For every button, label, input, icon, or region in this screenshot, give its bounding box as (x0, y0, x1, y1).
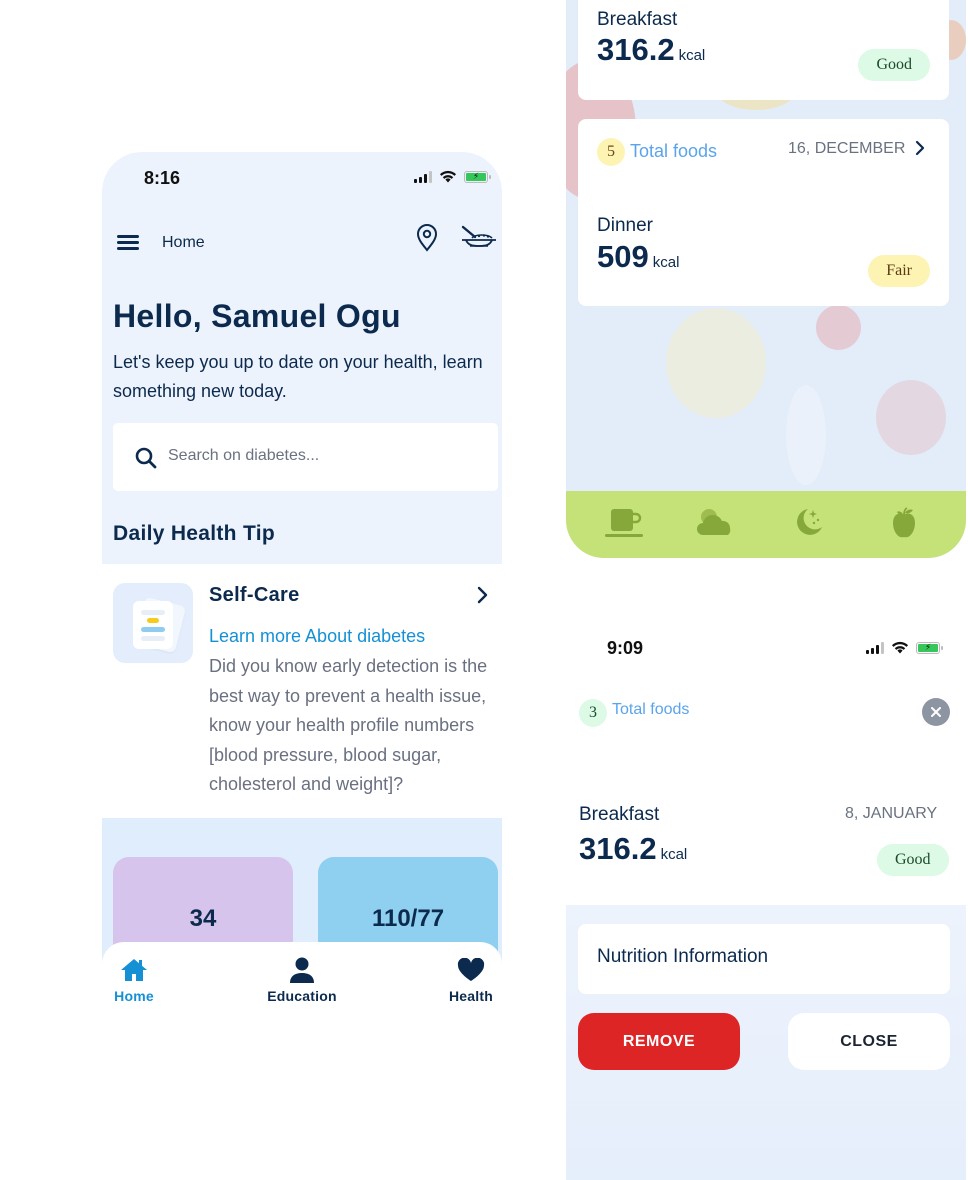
coffee-cup-icon[interactable] (604, 505, 644, 541)
total-foods-label: Total foods (612, 701, 690, 718)
nutrition-information-row[interactable]: Nutrition Information (578, 924, 950, 994)
location-pin-icon[interactable] (415, 222, 439, 252)
rating-badge: Good (858, 49, 930, 81)
background-food-image (876, 380, 946, 455)
meal-name: Breakfast (597, 9, 678, 30)
tab-home[interactable]: Home (113, 956, 155, 1004)
meal-date: 16, DECEMBER (788, 140, 906, 157)
tab-label: Home (114, 988, 154, 1004)
rating-badge: Good (877, 844, 949, 876)
background-food-image (786, 385, 826, 485)
close-icon[interactable] (922, 698, 950, 726)
meal-calories: 316.2 kcal (579, 831, 688, 866)
status-system-icons: ⚡ (414, 170, 491, 183)
chevron-right-icon[interactable] (914, 140, 926, 156)
moon-stars-icon[interactable] (788, 505, 828, 541)
rating-badge: Fair (868, 255, 930, 287)
total-foods-label: Total foods (630, 141, 718, 161)
remove-button[interactable]: REMOVE (578, 1013, 740, 1070)
food-bowl-icon[interactable] (460, 224, 498, 250)
background-food-image (666, 308, 766, 418)
home-icon (121, 959, 147, 981)
meal-time-bar (566, 491, 966, 558)
bottom-tab-bar: Home Education Health (102, 942, 502, 1018)
total-foods-count: 5 (597, 138, 625, 166)
meal-card-dinner[interactable]: 5 Total foods 16, DECEMBER Dinner 509 kca… (578, 119, 949, 306)
battery-charging-icon: ⚡ (916, 641, 943, 654)
person-icon (290, 957, 314, 983)
tab-label: Health (449, 988, 493, 1004)
meal-name: Breakfast (579, 804, 660, 825)
greeting-heading: Hello, Samuel Ogu (113, 298, 401, 334)
close-button[interactable]: CLOSE (788, 1013, 950, 1070)
status-time: 9:09 (607, 638, 644, 658)
nutrition-information-label: Nutrition Information (597, 946, 769, 967)
menu-icon[interactable] (117, 235, 139, 250)
status-system-icons: ⚡ (866, 641, 943, 654)
detail-actions-panel: Nutrition Information REMOVE CLOSE (566, 905, 966, 1180)
meal-calories: 509 kcal (597, 239, 680, 274)
signal-icon (414, 170, 432, 183)
search-input[interactable] (168, 443, 468, 469)
wifi-icon (892, 641, 908, 654)
tab-education[interactable]: Education (262, 956, 342, 1004)
page-title: Home (162, 234, 205, 251)
tip-body: Did you know early detection is the best… (209, 656, 488, 794)
meals-screen: Breakfast 316.2 kcal Good 5 Total foods 1… (566, 0, 966, 558)
section-title: Daily Health Tip (113, 522, 275, 545)
metric-value: 110/77 (371, 905, 445, 932)
learn-more-link[interactable]: Learn more About diabetes (209, 626, 425, 647)
tab-health[interactable]: Health (446, 956, 496, 1004)
search-icon (135, 447, 157, 469)
tip-title: Self-Care (209, 584, 300, 606)
status-time: 8:16 (144, 168, 181, 188)
status-bar: 8:16 ⚡ (102, 152, 502, 188)
meal-calories: 316.2 kcal (597, 32, 706, 67)
background-food-image (816, 305, 861, 350)
document-icon (113, 583, 193, 663)
status-bar: 9:09 ⚡ (566, 615, 966, 658)
cloud-icon[interactable] (697, 505, 737, 541)
total-foods-count: 3 (579, 699, 607, 727)
chevron-right-icon[interactable] (476, 584, 490, 606)
home-screen: 8:16 ⚡ Home Hello, Samuel Ogu Let's keep… (102, 152, 502, 1018)
search-bar[interactable] (113, 423, 498, 491)
greeting-subtitle: Let's keep you up to date on your health… (113, 352, 483, 401)
top-app-bar: Home (102, 222, 502, 262)
meal-detail-screen: 9:09 ⚡ 3 Total foods Breakfast 8, JANUAR… (566, 615, 966, 1180)
apple-icon[interactable] (884, 505, 924, 541)
meal-card-breakfast[interactable]: Breakfast 316.2 kcal Good (578, 0, 949, 100)
wifi-icon (440, 170, 456, 183)
signal-icon (866, 641, 884, 654)
tab-label: Education (267, 988, 337, 1004)
heart-icon (457, 958, 485, 981)
meal-name: Dinner (597, 215, 653, 236)
metric-value: 34 (189, 905, 217, 932)
health-tip-card[interactable]: Self-Care Learn more About diabetes Did … (102, 564, 502, 818)
meal-date: 8, JANUARY (845, 805, 938, 822)
battery-charging-icon: ⚡ (464, 170, 491, 183)
